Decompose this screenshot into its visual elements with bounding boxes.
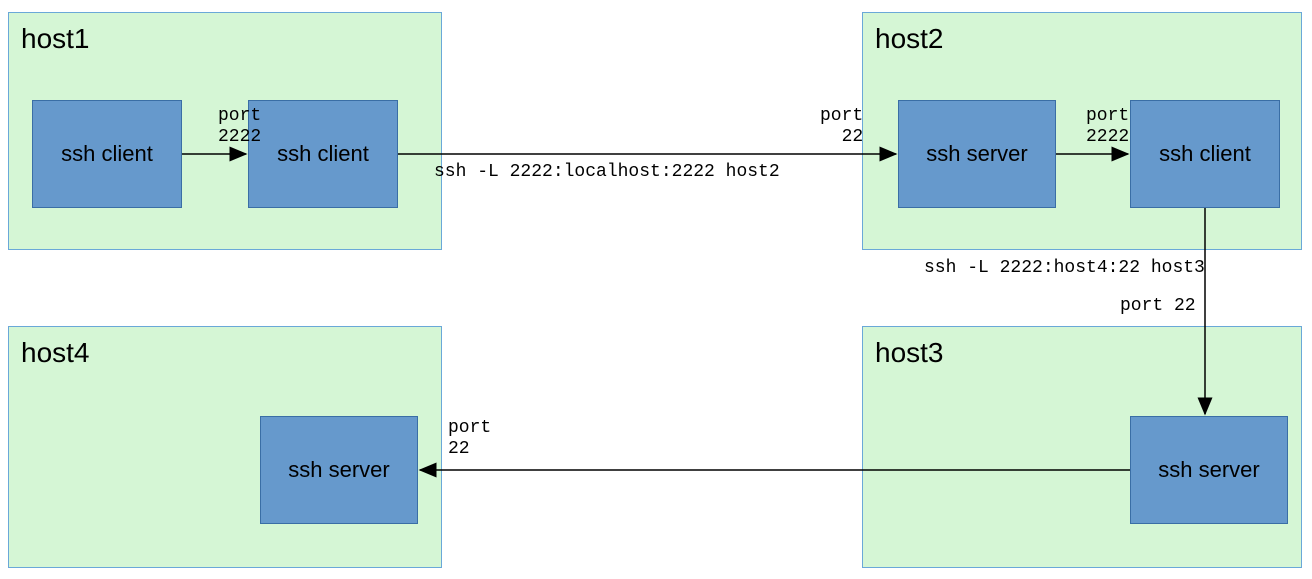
node-h2-ssh-server: ssh server — [898, 100, 1056, 208]
host-title-host1: host1 — [21, 23, 90, 55]
node-h2-ssh-client: ssh client — [1130, 100, 1280, 208]
port-label-h1-2222: port 2222 — [218, 106, 261, 147]
host-title-host2: host2 — [875, 23, 944, 55]
cmd-label-tunnel2: ssh -L 2222:host4:22 host3 — [924, 258, 1205, 279]
port-label-h4-22: port 22 — [448, 418, 491, 459]
node-h1-ssh-client-a: ssh client — [32, 100, 182, 208]
cmd-label-tunnel1: ssh -L 2222:localhost:2222 host2 — [434, 162, 780, 183]
host-title-host3: host3 — [875, 337, 944, 369]
port-label-h2-22: port 22 — [820, 106, 863, 147]
host-title-host4: host4 — [21, 337, 90, 369]
diagram-canvas: host1 ssh client ssh client host2 ssh se… — [0, 0, 1312, 579]
node-h3-ssh-server: ssh server — [1130, 416, 1288, 524]
node-h1-ssh-client-b: ssh client — [248, 100, 398, 208]
port-label-h2-2222: port 2222 — [1086, 106, 1129, 147]
port-label-h3-22: port 22 — [1120, 296, 1196, 317]
node-h4-ssh-server: ssh server — [260, 416, 418, 524]
